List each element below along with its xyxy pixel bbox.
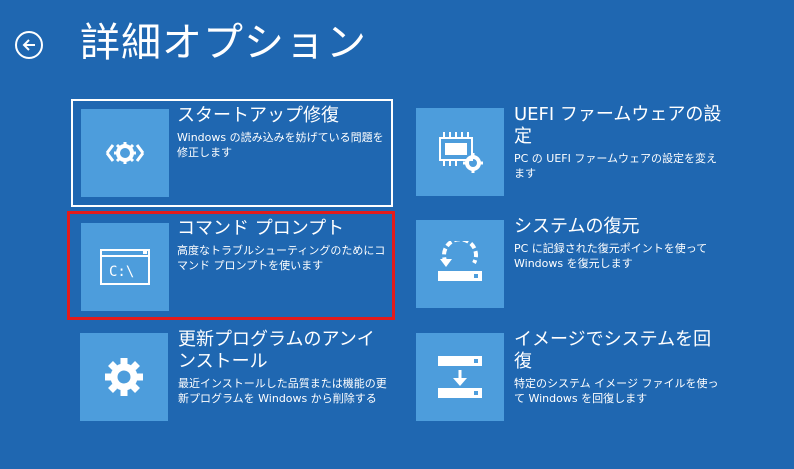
option-description: PC に記録された復元ポイントを使って Windows を復元します xyxy=(514,242,708,270)
option-title: UEFI ファームウェアの設定 xyxy=(514,104,722,147)
option-title: イメージでシステムを回復 xyxy=(514,329,712,372)
gear-icon xyxy=(80,333,168,421)
system-restore-option[interactable]: システムの復元 PC に記録された復元ポイントを使って Windows を復元し… xyxy=(408,212,730,320)
system-image-option[interactable]: イメージでシステムを回復 特定のシステム イメージ ファイルを使って Windo… xyxy=(408,325,730,433)
arrow-left-icon xyxy=(22,39,35,51)
command-prompt-icon: C:\ xyxy=(81,223,169,311)
page-title: 詳細オプション xyxy=(80,20,367,66)
option-description: 特定のシステム イメージ ファイルを使って Windows を回復します xyxy=(514,377,719,405)
option-title: コマンド プロンプト xyxy=(177,218,345,239)
option-title: 更新プログラムのアンインストール xyxy=(178,329,375,372)
uefi-firmware-option[interactable]: UEFI ファームウェアの設定 PC の UEFI ファームウェアの設定を変えま… xyxy=(408,100,730,208)
uninstall-updates-option[interactable]: 更新プログラムのアンインストール 最近インストールした品質または機能の更新プログ… xyxy=(72,325,394,433)
system-restore-icon xyxy=(416,220,504,308)
option-title: システムの復元 xyxy=(514,216,640,237)
option-title: スタートアップ修復 xyxy=(177,105,339,126)
back-button[interactable] xyxy=(15,31,43,59)
uefi-firmware-icon xyxy=(416,108,504,196)
startup-repair-icon xyxy=(81,109,169,197)
option-description: PC の UEFI ファームウェアの設定を変えます xyxy=(514,152,718,180)
option-description: Windows の読み込みを妨げている問題を修正します xyxy=(177,131,384,159)
option-description: 最近インストールした品質または機能の更新プログラムを Windows から削除す… xyxy=(178,377,387,405)
option-description: 高度なトラブルシューティングのためにコマンド プロンプトを使います xyxy=(177,244,386,272)
command-prompt-option[interactable]: C:\ コマンド プロンプト 高度なトラブルシューティングのためにコマンド プロ… xyxy=(67,211,395,320)
startup-repair-option[interactable]: スタートアップ修復 Windows の読み込みを妨げている問題を修正します xyxy=(71,99,393,207)
system-image-icon xyxy=(416,333,504,421)
cmd-icon-text: C:\ xyxy=(109,264,134,280)
